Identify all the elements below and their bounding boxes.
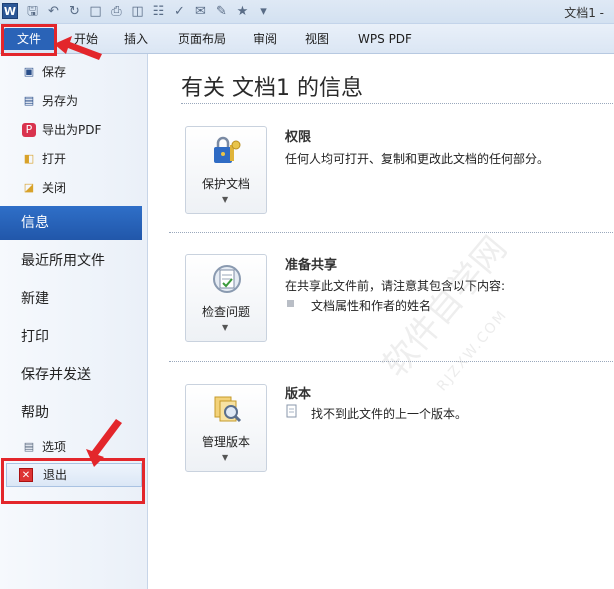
new-icon[interactable]: □ xyxy=(87,3,104,20)
sidebar-item-recent[interactable]: 最近所用文件 xyxy=(0,244,148,278)
sidebar-item-label: 打开 xyxy=(42,152,67,166)
permissions-heading: 权限 xyxy=(285,130,312,145)
options-icon: ▤ xyxy=(23,440,35,453)
protect-document-label: 保护文档 xyxy=(201,177,250,191)
close-folder-icon: ◪ xyxy=(23,181,35,194)
tab-file[interactable]: 文件 xyxy=(4,28,54,50)
sidebar-item-close[interactable]: ◪ 关闭 xyxy=(0,176,148,200)
save-icon[interactable]: 🖫 xyxy=(24,3,41,20)
open-icon[interactable]: ◫ xyxy=(129,3,146,20)
title-divider xyxy=(181,103,614,104)
sidebar-item-save-as[interactable]: ▤ 另存为 xyxy=(0,89,148,113)
manage-versions-button[interactable]: 管理版本 ▼ xyxy=(185,384,267,472)
exit-icon: ✕ xyxy=(19,468,33,482)
sidebar-item-label: 选项 xyxy=(42,440,67,454)
tab-wps-pdf[interactable]: WPS PDF xyxy=(350,28,420,50)
versions-text: 找不到此文件的上一个版本。 xyxy=(311,407,468,421)
sidebar-item-open[interactable]: ◧ 打开 xyxy=(0,147,148,171)
inspect-document-icon xyxy=(213,265,241,293)
manage-versions-label: 管理版本 xyxy=(201,435,250,449)
page-title: 有关 文档1 的信息 xyxy=(181,76,363,101)
redo-icon[interactable]: ↻ xyxy=(66,3,83,20)
sidebar-item-info[interactable]: 信息 xyxy=(0,206,142,240)
mail-icon[interactable]: ✉ xyxy=(192,3,209,20)
versions-icon xyxy=(214,396,242,423)
prepare-text: 在共享此文件前，请注意其包含以下内容: xyxy=(285,279,506,293)
title-bar: W 🖫 ↶ ↻ □ ⎙ ◫ ☷ ✓ ✉ ✎ ★ ▾ 文档1 - xyxy=(0,0,614,24)
watermark-url: RJZXW.COM xyxy=(434,306,511,395)
window-title: 文档1 - xyxy=(564,6,604,20)
section-divider xyxy=(169,361,614,362)
tab-insert[interactable]: 插入 xyxy=(116,28,156,50)
pdf-icon: P xyxy=(22,123,36,137)
permissions-text: 任何人均可打开、复制和更改此文档的任何部分。 xyxy=(285,152,550,166)
sidebar-item-label: 另存为 xyxy=(42,94,79,108)
annotation-arrow-1 xyxy=(54,36,102,60)
spellcheck-icon[interactable]: ✓ xyxy=(171,3,188,20)
annotation-arrow-2 xyxy=(86,419,122,467)
print-icon[interactable]: ⎙ xyxy=(108,3,125,20)
tab-view[interactable]: 视图 xyxy=(298,28,336,50)
undo-icon[interactable]: ↶ xyxy=(45,3,62,20)
check-issues-button[interactable]: 检查问题 ▼ xyxy=(185,254,267,342)
sidebar-item-export-pdf[interactable]: P 导出为PDF xyxy=(0,118,148,142)
section-divider xyxy=(169,232,614,233)
chevron-down-icon: ▼ xyxy=(222,453,229,462)
check-issues-label: 检查问题 xyxy=(201,305,250,319)
sidebar-item-new[interactable]: 新建 xyxy=(0,282,148,316)
edit-icon[interactable]: ✎ xyxy=(213,3,230,20)
word-app-icon[interactable]: W xyxy=(2,3,18,19)
quick-access-toolbar: 🖫 ↶ ↻ □ ⎙ ◫ ☷ ✓ ✉ ✎ ★ ▾ xyxy=(24,3,272,20)
tab-review[interactable]: 审阅 xyxy=(246,28,284,50)
tab-page-layout[interactable]: 页面布局 xyxy=(170,28,234,50)
sidebar-item-label: 导出为PDF xyxy=(42,123,102,137)
chevron-down-icon: ▼ xyxy=(222,195,229,204)
customize-icon[interactable]: ▾ xyxy=(255,3,272,20)
protect-document-button[interactable]: 保护文档 ▼ xyxy=(185,126,267,214)
info-panel: 有关 文档1 的信息 保护文档 ▼ 权限 任何人均可打开、复制和更改此文档的任何… xyxy=(149,54,614,589)
prepare-heading: 准备共享 xyxy=(285,258,338,273)
open-folder-icon: ◧ xyxy=(23,152,35,165)
lock-icon xyxy=(214,136,241,163)
structure-icon[interactable]: ★ xyxy=(234,3,251,20)
sidebar-item-save-send[interactable]: 保存并发送 xyxy=(0,358,148,392)
sidebar-item-label: 关闭 xyxy=(42,181,67,195)
bullet-icon xyxy=(287,300,294,307)
save-icon: ▣ xyxy=(23,65,35,78)
document-icon xyxy=(286,404,297,418)
chevron-down-icon: ▼ xyxy=(222,323,229,332)
versions-heading: 版本 xyxy=(285,387,312,402)
save-as-icon: ▤ xyxy=(23,94,35,107)
prepare-bullet-text: 文档属性和作者的姓名 xyxy=(311,299,432,313)
print-preview-icon[interactable]: ☷ xyxy=(150,3,167,20)
sidebar-item-print[interactable]: 打印 xyxy=(0,320,148,354)
backstage-sidebar: ▣ 保存 ▤ 另存为 P 导出为PDF ◧ 打开 ◪ 关闭 信息 最近所用文件 … xyxy=(0,54,148,589)
sidebar-item-label: 退出 xyxy=(43,468,68,482)
